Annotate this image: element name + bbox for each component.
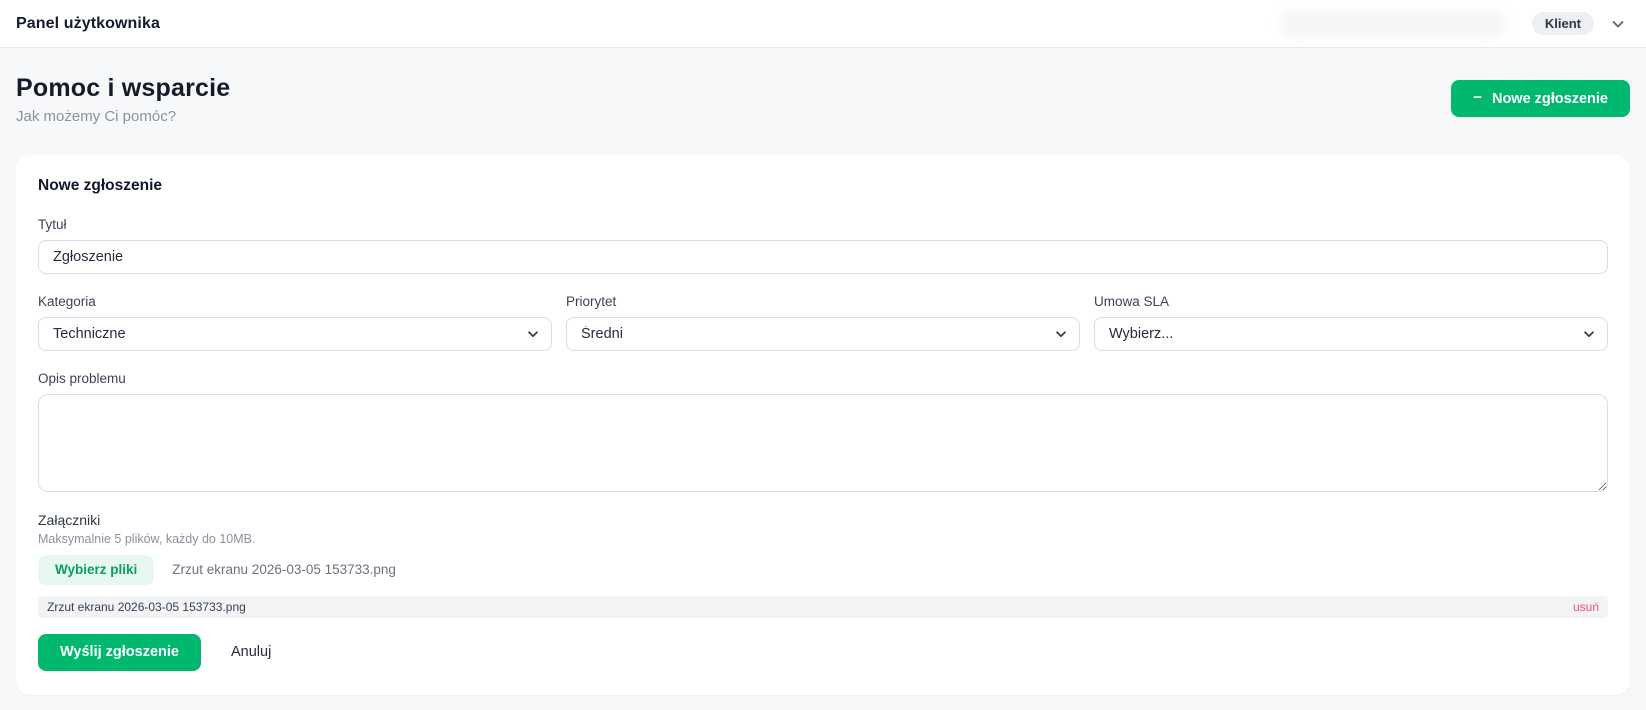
form-actions: Wyślij zgłoszenie Anuluj	[38, 634, 1608, 671]
user-name-redacted	[1281, 11, 1506, 37]
chosen-files-summary: Zrzut ekranu 2026-03-05 153733.png	[172, 562, 396, 577]
cancel-button[interactable]: Anuluj	[231, 644, 271, 660]
attached-file-row: Zrzut ekranu 2026-03-05 153733.png usuń	[38, 596, 1608, 618]
priority-select[interactable]: Średni	[566, 317, 1080, 351]
category-field: Kategoria Techniczne	[38, 294, 552, 351]
page-subtitle: Jak możemy Ci pomóc?	[16, 108, 230, 125]
choose-files-button[interactable]: Wybierz pliki	[38, 555, 154, 585]
description-textarea[interactable]	[38, 394, 1608, 492]
title-field-label: Tytuł	[38, 217, 1608, 232]
category-select[interactable]: Techniczne	[38, 317, 552, 351]
priority-label: Priorytet	[566, 294, 1080, 309]
topbar-account-area: Klient	[1281, 11, 1628, 37]
page-header-text: Pomoc i wsparcie Jak możemy Ci pomóc?	[16, 74, 230, 125]
attachments-label: Załączniki	[38, 512, 1608, 528]
submit-ticket-button[interactable]: Wyślij zgłoszenie	[38, 634, 201, 671]
attachments-section: Załączniki Maksymalnie 5 plików, każdy d…	[38, 512, 1608, 618]
account-menu-button[interactable]	[1608, 14, 1628, 34]
new-ticket-toggle-button[interactable]: − Nowe zgłoszenie	[1451, 80, 1630, 117]
topbar: Panel użytkownika Klient	[0, 0, 1646, 48]
new-ticket-toggle-label: Nowe zgłoszenie	[1492, 91, 1608, 107]
description-field: Opis problemu	[38, 371, 1608, 492]
sla-label: Umowa SLA	[1094, 294, 1608, 309]
minus-icon: −	[1473, 89, 1482, 106]
remove-file-button[interactable]: usuń	[1573, 600, 1599, 614]
role-badge: Klient	[1532, 12, 1594, 35]
file-picker-row: Wybierz pliki Zrzut ekranu 2026-03-05 15…	[38, 555, 1608, 585]
attached-file-name: Zrzut ekranu 2026-03-05 153733.png	[47, 600, 246, 614]
app-title: Panel użytkownika	[16, 15, 160, 33]
category-label: Kategoria	[38, 294, 552, 309]
sla-field: Umowa SLA Wybierz...	[1094, 294, 1608, 351]
new-ticket-form-card: Nowe zgłoszenie Tytuł Kategoria Technicz…	[16, 155, 1630, 695]
sla-select[interactable]: Wybierz...	[1094, 317, 1608, 351]
priority-field: Priorytet Średni	[566, 294, 1080, 351]
page-title: Pomoc i wsparcie	[16, 74, 230, 103]
chevron-down-icon	[1610, 16, 1626, 32]
attachments-hint: Maksymalnie 5 plików, każdy do 10MB.	[38, 532, 1608, 546]
selects-row: Kategoria Techniczne Priorytet Średni	[38, 294, 1608, 351]
form-heading: Nowe zgłoszenie	[38, 177, 1608, 195]
title-input[interactable]	[38, 240, 1608, 274]
page-header: Pomoc i wsparcie Jak możemy Ci pomóc? − …	[0, 48, 1646, 125]
description-label: Opis problemu	[38, 371, 1608, 386]
